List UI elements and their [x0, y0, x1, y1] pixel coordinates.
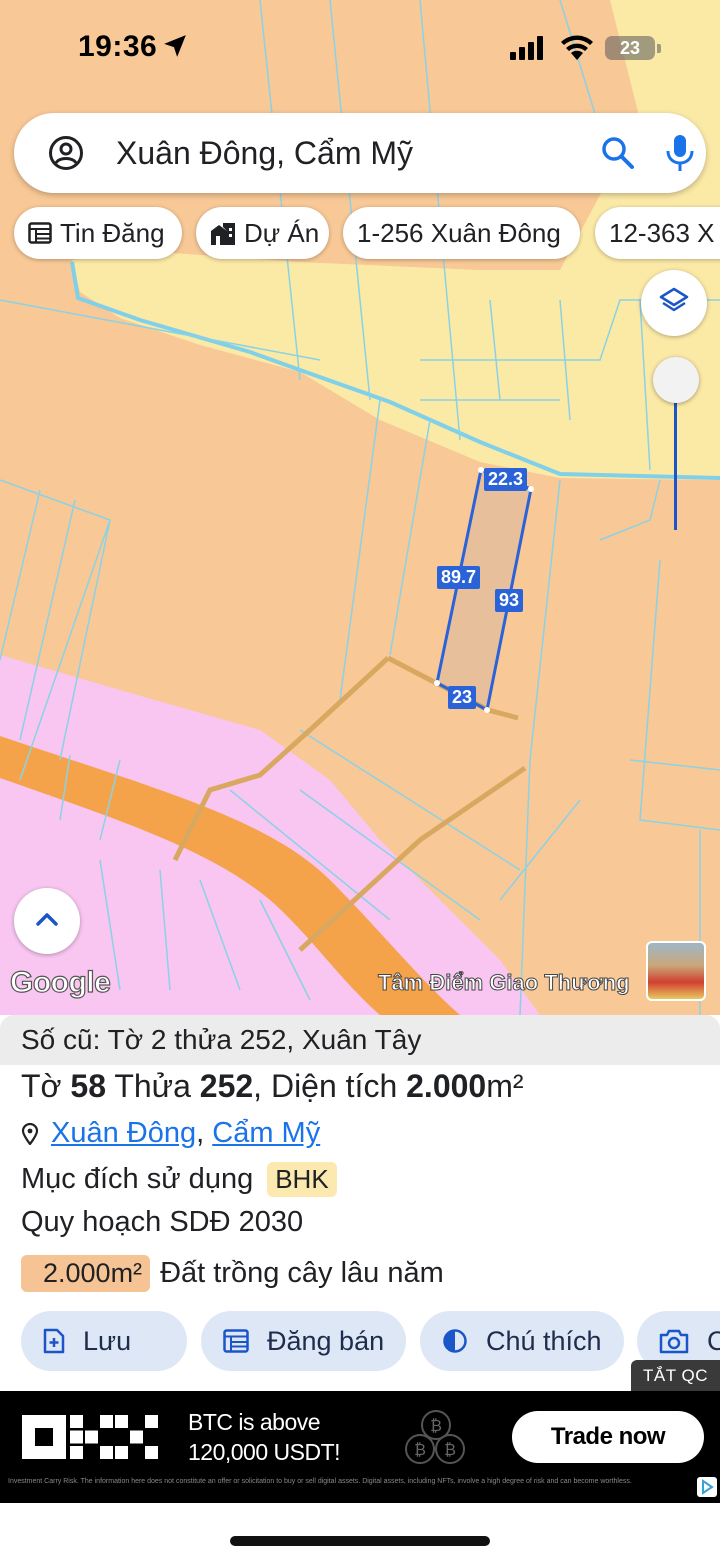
search-bar[interactable] — [14, 113, 706, 193]
edge-label-top: 22.3 — [484, 468, 528, 491]
plan-area-badge: 2.000m² — [21, 1255, 151, 1292]
chip-area-2[interactable]: 12-363 X — [595, 207, 720, 259]
post-sale-label: Đăng bán — [267, 1325, 385, 1356]
svg-text:₿: ₿ — [444, 1440, 456, 1459]
ad-line-2: 120,000 USDT! — [188, 1439, 341, 1465]
search-input[interactable] — [116, 131, 586, 175]
svg-text:₿: ₿ — [430, 1416, 442, 1435]
microphone-icon[interactable] — [664, 133, 696, 178]
chip-label: 12-363 X — [609, 217, 715, 248]
chip-label: 1-256 Xuân Đông — [357, 217, 561, 248]
location-arrow-icon — [162, 33, 188, 64]
ad-line-1: BTC is above — [188, 1409, 321, 1435]
home-area — [0, 1503, 720, 1560]
close-ads-button[interactable]: TẮT QC — [631, 1360, 720, 1392]
sheet-number: 58 — [70, 1068, 107, 1104]
action-buttons: Lưu Đăng bán Chú thích C — [0, 1311, 720, 1371]
save-label: Lưu — [83, 1325, 132, 1356]
save-icon — [43, 1328, 65, 1354]
okx-logo — [22, 1415, 158, 1464]
svg-text:₿: ₿ — [414, 1440, 426, 1459]
google-attribution: Google — [9, 965, 111, 999]
chip-label: Tin Đăng — [60, 217, 165, 248]
status-bar: 19:36 23 — [0, 0, 720, 100]
title-prefix: Tờ — [21, 1068, 71, 1104]
edge-label-bottom: 23 — [448, 686, 477, 709]
chip-area-1[interactable]: 1-256 Xuân Đông — [343, 207, 580, 259]
ad-disclaimer: Investment Carry Risk. The information h… — [8, 1478, 632, 1485]
location-row: Xuân Đông, Cẩm Mỹ — [21, 1117, 320, 1150]
ad-headline: BTC is above 120,000 USDT! — [188, 1407, 341, 1467]
opacity-slider-handle[interactable] — [653, 357, 699, 403]
chip-listings[interactable]: Tin Đăng — [14, 207, 182, 259]
chip-projects[interactable]: Dự Án — [196, 207, 329, 259]
legend-button[interactable]: Chú thích — [420, 1311, 624, 1371]
ad-banner[interactable]: BTC is above 120,000 USDT! ₿ ₿ ₿ Trade now… — [0, 1391, 720, 1503]
plan-label: Quy hoạch SDĐ 2030 — [21, 1206, 304, 1238]
post-sale-button[interactable]: Đăng bán — [201, 1311, 406, 1371]
bitcoin-coins-icon: ₿ ₿ ₿ — [390, 1405, 480, 1480]
district-link[interactable]: Cẩm Mỹ — [212, 1117, 320, 1150]
edge-label-right: 93 — [495, 589, 524, 612]
purpose-row: Mục đích sử dụng BHK — [21, 1162, 337, 1197]
account-icon[interactable] — [48, 135, 84, 176]
trade-now-button[interactable]: Trade now — [512, 1411, 704, 1463]
legend-icon — [442, 1328, 468, 1354]
plan-description: Đất trồng cây lâu năm — [160, 1257, 444, 1289]
area-value: 2.000 — [406, 1068, 487, 1104]
filter-chips: Tin Đăng Dự Án 1-256 Xuân Đông 12-363 X — [14, 207, 720, 259]
pin-icon — [21, 1122, 39, 1145]
expand-panel-button[interactable] — [14, 888, 80, 954]
location-separator: , — [196, 1117, 213, 1149]
area-unit: m² — [486, 1068, 524, 1104]
battery-tip — [657, 44, 661, 53]
purpose-code-badge: BHK — [267, 1162, 337, 1197]
home-indicator[interactable] — [230, 1536, 490, 1546]
building-icon — [210, 221, 236, 245]
commune-link[interactable]: Xuân Đông — [51, 1117, 196, 1150]
listing-icon — [28, 222, 52, 244]
plan-area-row: 2.000m² Đất trồng cây lâu năm — [21, 1255, 444, 1292]
post-sale-icon — [223, 1329, 249, 1353]
title-area-label: , Diện tích — [253, 1068, 407, 1104]
layers-button[interactable] — [641, 270, 707, 336]
ad-choices-icon[interactable] — [697, 1477, 717, 1502]
search-icon[interactable] — [600, 135, 636, 176]
opacity-slider-track[interactable] — [674, 400, 677, 530]
parcel-number: 252 — [199, 1068, 254, 1104]
chevron-up-icon — [34, 910, 60, 933]
layers-icon — [659, 286, 689, 321]
edge-label-left: 89.7 — [437, 566, 481, 589]
map-place-label[interactable]: Tâm Điểm Giao Thương — [378, 970, 631, 996]
save-button[interactable]: Lưu — [21, 1311, 187, 1371]
status-time: 19:36 — [78, 30, 158, 63]
camera-icon — [659, 1328, 689, 1354]
battery-icon: 23 — [605, 36, 655, 60]
wifi-icon — [560, 34, 594, 65]
chip-label: Dự Án — [244, 217, 320, 248]
legend-label: Chú thích — [486, 1325, 602, 1356]
app-screen: 22.3 89.7 93 23 19:36 23 Xuân Đông, Cẩm … — [0, 0, 720, 1560]
parcel-title: Tờ 58 Thửa 252, Diện tích 2.000m² — [21, 1068, 524, 1105]
purpose-label: Mục đích sử dụng — [21, 1163, 254, 1195]
place-thumbnail[interactable] — [646, 941, 706, 1001]
cellular-signal-icon — [510, 36, 546, 65]
old-reference: Số cũ: Tờ 2 thửa 252, Xuân Tây — [0, 1015, 720, 1065]
camera-label: C — [707, 1325, 720, 1356]
title-mid: Thửa — [106, 1068, 200, 1104]
